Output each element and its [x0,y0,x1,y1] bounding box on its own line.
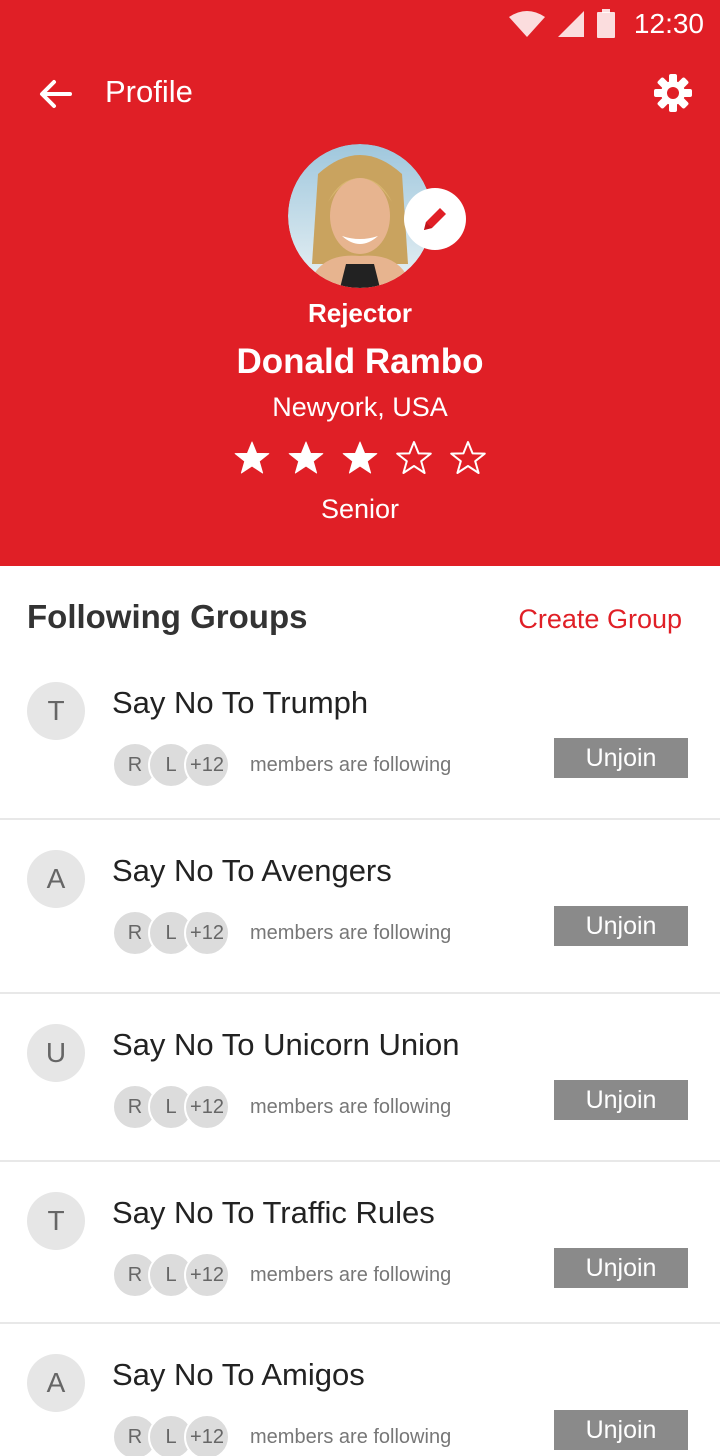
create-group-link[interactable]: Create Group [518,604,682,635]
member-avatar: +12 [184,1414,230,1456]
group-members: R L +12 members are following [112,1084,451,1130]
member-avatar: +12 [184,1084,230,1130]
app-bar: Profile [0,56,720,128]
members-following-text: members are following [250,1263,452,1286]
group-avatar: U [27,1024,85,1082]
member-avatar: +12 [184,1252,230,1298]
group-row[interactable]: A Say No To Amigos R L +12 members are follow… [0,1324,720,1456]
group-members: R L +12 members are following [112,1414,451,1456]
group-avatar: A [27,1354,85,1412]
group-name: Say No To Trumph [112,685,369,720]
unjoin-button[interactable]: Unjoin [554,906,688,946]
page-title: Profile [105,74,193,109]
profile-role: Rejector [307,298,413,328]
group-row[interactable]: A Say No To Avengers R L +12 members are foll… [0,820,720,994]
member-avatar: +12 [184,742,230,788]
rating-stars [0,440,720,476]
profile-name: Donald Rambo [236,342,484,381]
group-members: R L +12 members are following [112,742,451,788]
star-filled-icon [288,441,324,474]
members-following-text: members are following [250,753,452,776]
profile-location: Newyork, USA [272,392,448,422]
star-empty-icon [450,441,486,474]
members-following-text: members are following [250,1095,452,1118]
unjoin-button[interactable]: Unjoin [554,1248,688,1288]
star-filled-icon [342,441,378,474]
member-avatar: +12 [184,910,230,956]
group-members: R L +12 members are following [112,910,451,956]
group-row[interactable]: T Say No To Traffic Rules R L +12 members are… [0,1162,720,1324]
group-row[interactable]: U Say No To Unicorn Union R L +12 members are… [0,994,720,1162]
group-avatar: A [27,850,85,908]
back-button[interactable] [34,72,78,116]
wifi-icon [508,11,545,37]
profile-avatar-container [288,144,466,288]
profile-level: Senior [320,494,400,524]
status-time: 12:30 [633,8,704,39]
star-empty-icon [396,441,432,474]
group-name: Say No To Unicorn Union [112,1027,460,1062]
group-members: R L +12 members are following [112,1252,451,1298]
group-name: Say No To Avengers [112,853,392,888]
group-name: Say No To Amigos [112,1357,365,1392]
members-following-text: members are following [250,1425,452,1448]
group-name: Say No To Traffic Rules [112,1195,435,1230]
group-list: T Say No To Trumph R L +12 members are follow… [0,660,720,1456]
pencil-icon [424,208,446,230]
profile-header: 12:30 Profile Rejector Donald Rambo Newy… [0,0,720,566]
group-avatar: T [27,1192,85,1250]
unjoin-button[interactable]: Unjoin [554,738,688,778]
unjoin-button[interactable]: Unjoin [554,1410,688,1450]
star-filled-icon [234,441,270,474]
members-following-text: members are following [250,921,452,944]
settings-button[interactable] [652,72,694,114]
signal-icon [557,11,584,37]
unjoin-button[interactable]: Unjoin [554,1080,688,1120]
group-row[interactable]: T Say No To Trumph R L +12 members are follow… [0,660,720,820]
group-avatar: T [27,682,85,740]
edit-avatar-button[interactable] [404,188,466,250]
status-bar: 12:30 [0,0,720,48]
battery-icon [596,9,615,38]
section-title: Following Groups [27,598,308,635]
